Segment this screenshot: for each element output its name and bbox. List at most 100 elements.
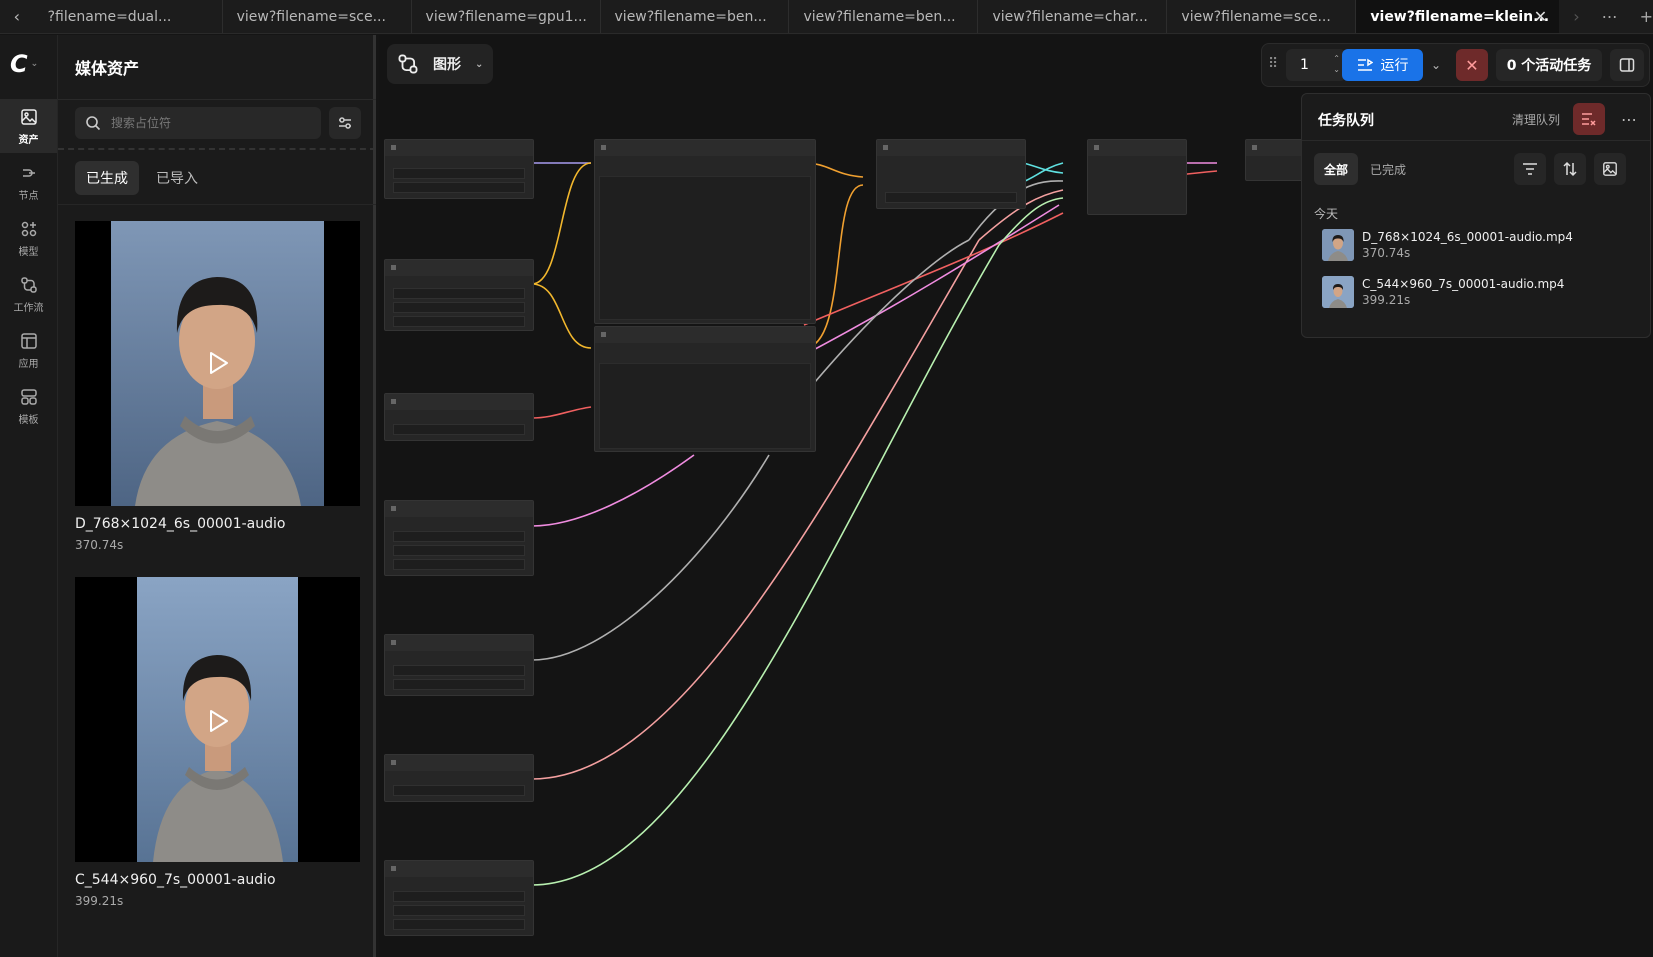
stepper-arrows-icon[interactable]: ⌃ ⌄: [1333, 53, 1340, 75]
queue-item-time: 399.21s: [1362, 293, 1411, 307]
graph-node[interactable]: [384, 754, 534, 802]
template-icon: [18, 386, 40, 408]
graph-node[interactable]: [384, 634, 534, 696]
queue-item[interactable]: C_544×960_7s_00001-audio.mp4 399.21s: [1322, 274, 1642, 310]
filter-icon: [1523, 163, 1537, 175]
chevron-down-icon[interactable]: ⌄: [1425, 49, 1447, 81]
graph-node[interactable]: [384, 500, 534, 576]
rail-item-assets[interactable]: 资产: [0, 99, 57, 153]
tab-label: view?filename=char...: [992, 8, 1148, 25]
run-toolbar: ⠿ 1 ⌃ ⌄ 运行 ⌄ ✕ 0 个活动任务: [1261, 43, 1650, 87]
tab-label: view?filename=gpu1...: [425, 8, 587, 25]
divider: [1302, 140, 1650, 141]
tab-label: view?filename=klein...: [1370, 8, 1550, 25]
graph-node[interactable]: [384, 139, 534, 199]
cancel-run-button[interactable]: ✕: [1456, 49, 1488, 81]
panel-title: 媒体资产: [75, 59, 140, 78]
tab-4[interactable]: view?filename=ben...: [601, 0, 790, 33]
tab-8-active[interactable]: view?filename=klein... ✕: [1356, 0, 1560, 33]
queue-item[interactable]: D_768×1024_6s_00001-audio.mp4 370.74s: [1322, 227, 1642, 263]
filter-completed[interactable]: 已完成: [1360, 153, 1416, 185]
sort-icon: [1563, 161, 1577, 177]
tab-6[interactable]: view?filename=char...: [978, 0, 1168, 33]
assets-panel: 媒体资产 已生成 已导入: [58, 35, 376, 957]
graph-node[interactable]: [1087, 139, 1187, 215]
sidebar-panel-icon: [1619, 58, 1635, 72]
image-view-button[interactable]: [1594, 153, 1626, 185]
new-tab-icon[interactable]: +: [1640, 7, 1653, 26]
asset-card[interactable]: D_768×1024_6s_00001-audio 370.74s: [75, 221, 360, 552]
asset-card[interactable]: C_544×960_7s_00001-audio 399.21s: [75, 577, 360, 908]
tab-3[interactable]: view?filename=gpu1...: [412, 0, 601, 33]
tab-generated[interactable]: 已生成: [75, 161, 139, 195]
graph-node[interactable]: [384, 259, 534, 331]
chevron-right-icon[interactable]: ›: [1573, 7, 1579, 26]
rail-label: 资产: [18, 135, 39, 146]
tab-label: view?filename=ben...: [614, 8, 767, 25]
rail-label: 模板: [18, 415, 39, 426]
close-icon[interactable]: ✕: [1534, 7, 1547, 26]
clear-queue-button[interactable]: [1573, 103, 1605, 135]
graph-node[interactable]: [384, 393, 534, 441]
rail-item-models[interactable]: 模型: [0, 211, 57, 265]
queue-filter-tabs: 全部 已完成: [1314, 153, 1416, 185]
run-button[interactable]: 运行: [1342, 49, 1423, 81]
rail-label: 工作流: [13, 303, 44, 314]
model-icon: [18, 218, 40, 240]
tab-1[interactable]: ?filename=dual...: [34, 0, 223, 33]
graph-node[interactable]: [384, 860, 534, 936]
chevron-down-icon: ⌄: [475, 58, 484, 70]
drag-handle-icon[interactable]: ⠿: [1268, 56, 1278, 72]
rail-item-nodes[interactable]: 节点: [0, 155, 57, 209]
workflow-icon: [18, 274, 40, 296]
tab-5[interactable]: view?filename=ben...: [789, 0, 979, 33]
group-label-today: 今天: [1314, 207, 1339, 221]
filter-settings-button[interactable]: [329, 107, 361, 139]
image-icon: [18, 106, 40, 128]
graph-menu-button[interactable]: 图形 ⌄: [387, 44, 493, 84]
more-icon[interactable]: ⋯: [1613, 103, 1645, 135]
graph-node[interactable]: [594, 326, 816, 452]
graph-node[interactable]: [594, 139, 816, 324]
queue-thumbnail: [1322, 276, 1354, 308]
rail-item-templates[interactable]: 模板: [0, 379, 57, 433]
queue-item-name: D_768×1024_6s_00001-audio.mp4: [1362, 230, 1573, 244]
chevron-down-icon: ⌄: [30, 59, 39, 69]
tab-7[interactable]: view?filename=sce...: [1167, 0, 1357, 33]
divider: [58, 99, 376, 100]
tab-label: view?filename=sce...: [1181, 8, 1331, 25]
asset-name: C_544×960_7s_00001-audio: [75, 872, 276, 888]
batch-count-stepper[interactable]: 1 ⌃ ⌄: [1286, 49, 1346, 81]
clear-queue-label[interactable]: 清理队列: [1512, 111, 1560, 128]
video-thumbnail[interactable]: [75, 221, 360, 506]
filter-button[interactable]: [1514, 153, 1546, 185]
back-icon[interactable]: ‹: [0, 0, 34, 33]
graph-node[interactable]: [1245, 139, 1305, 181]
sort-button[interactable]: [1554, 153, 1586, 185]
search-input[interactable]: [111, 116, 301, 130]
queue-title: 任务队列: [1318, 113, 1374, 129]
queue-item-time: 370.74s: [1362, 246, 1411, 260]
more-icon[interactable]: ⋯: [1602, 7, 1618, 26]
node-icon: [18, 162, 40, 184]
close-icon: ✕: [1465, 55, 1479, 75]
video-thumbnail[interactable]: [75, 577, 360, 862]
active-tasks-button[interactable]: 0 个活动任务: [1496, 49, 1602, 81]
rail-item-apps[interactable]: 应用: [0, 323, 57, 377]
tab-2[interactable]: view?filename=sce...: [223, 0, 412, 33]
assets-tabs: 已生成 已导入: [75, 161, 209, 195]
queue-item-name: C_544×960_7s_00001-audio.mp4: [1362, 277, 1565, 291]
clear-list-icon: [1582, 113, 1596, 126]
tab-imported[interactable]: 已导入: [145, 161, 209, 195]
image-icon: [1603, 162, 1617, 176]
asset-duration: 370.74s: [75, 538, 124, 552]
filter-all[interactable]: 全部: [1314, 153, 1359, 185]
play-icon[interactable]: [201, 705, 233, 737]
play-icon[interactable]: [201, 347, 233, 379]
workflow-icon: [398, 54, 418, 74]
graph-node[interactable]: [876, 139, 1026, 209]
rail-item-workflows[interactable]: 工作流: [0, 267, 57, 321]
toggle-panel-button[interactable]: [1610, 49, 1644, 81]
app-logo[interactable]: C ⌄: [10, 49, 50, 79]
search-box[interactable]: [75, 107, 321, 139]
